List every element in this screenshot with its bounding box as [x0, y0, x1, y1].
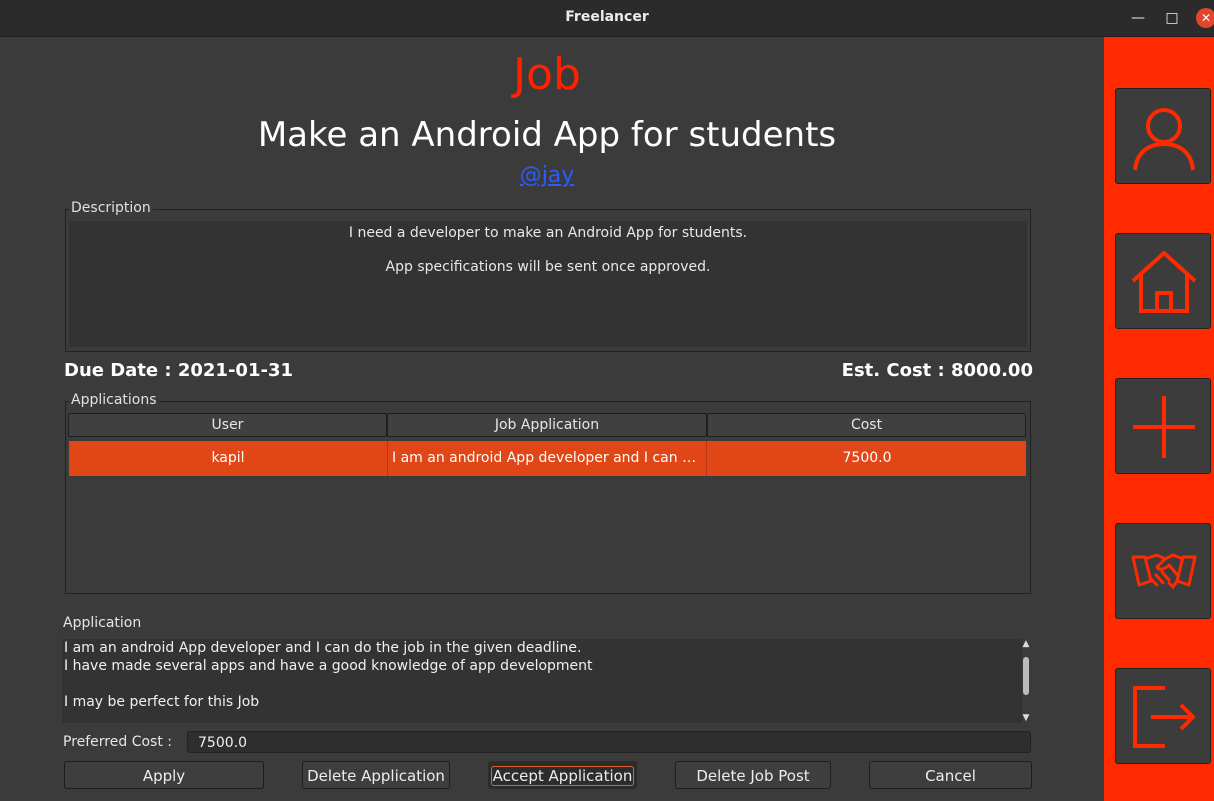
job-panel: Job Make an Android App for students @ja…: [0, 37, 1104, 801]
add-job-button[interactable]: [1115, 378, 1211, 474]
logout-button[interactable]: [1115, 668, 1211, 764]
title-bar: Freelancer — □ ✕: [0, 0, 1214, 37]
application-textarea[interactable]: I am an android App developer and I can …: [62, 639, 1022, 723]
profile-button[interactable]: [1115, 88, 1211, 184]
description-line: I need a developer to make an Android Ap…: [348, 225, 748, 241]
window-title: Freelancer: [565, 9, 649, 25]
application-scrollbar[interactable]: ▲ ▼: [1020, 639, 1032, 723]
poster-link-wrap: @jay: [0, 163, 1094, 188]
table-row[interactable]: kapil I am an android App developer and …: [69, 441, 1026, 476]
application-label: Application: [63, 615, 142, 631]
preferred-cost-label: Preferred Cost :: [63, 734, 172, 750]
cell-application: I am an android App developer and I can …: [388, 441, 707, 476]
description-line: App specifications will be sent once app…: [385, 259, 711, 275]
cell-user: kapil: [69, 441, 388, 476]
delete-job-post-button[interactable]: Delete Job Post: [675, 761, 831, 789]
minimize-button[interactable]: —: [1128, 8, 1148, 28]
column-header-user[interactable]: User: [68, 413, 387, 437]
accept-application-button[interactable]: Accept Application: [488, 761, 637, 789]
home-icon: [1131, 251, 1197, 313]
due-date: Due Date : 2021-01-31: [64, 360, 293, 381]
applications-label: Applications: [69, 392, 159, 408]
close-button[interactable]: ✕: [1196, 8, 1214, 28]
cancel-button[interactable]: Cancel: [869, 761, 1032, 789]
scroll-up-icon[interactable]: ▲: [1020, 639, 1032, 649]
scroll-down-icon[interactable]: ▼: [1020, 713, 1032, 723]
user-icon: [1133, 108, 1195, 171]
home-button[interactable]: [1115, 233, 1211, 329]
description-label: Description: [69, 200, 153, 216]
description-text: I need a developer to make an Android Ap…: [69, 221, 1027, 347]
plus-icon: [1133, 396, 1195, 458]
est-cost: Est. Cost : 8000.00: [841, 360, 1033, 381]
sidebar: [1104, 37, 1214, 801]
section-heading: Job: [513, 49, 581, 100]
poster-link[interactable]: @jay: [520, 163, 575, 188]
cell-cost: 7500.0: [842, 450, 892, 466]
column-header-cost[interactable]: Cost: [707, 413, 1026, 437]
job-title: Make an Android App for students: [257, 115, 837, 155]
column-header-application[interactable]: Job Application: [387, 413, 707, 437]
accept-application-label: Accept Application: [490, 766, 635, 786]
delete-application-button[interactable]: Delete Application: [302, 761, 450, 789]
maximize-button[interactable]: □: [1162, 8, 1182, 28]
handshake-icon: [1131, 553, 1197, 590]
deals-button[interactable]: [1115, 523, 1211, 619]
logout-icon: [1133, 686, 1195, 748]
apply-button[interactable]: Apply: [64, 761, 264, 789]
scroll-thumb[interactable]: [1023, 657, 1029, 695]
preferred-cost-input[interactable]: 7500.0: [187, 731, 1031, 753]
